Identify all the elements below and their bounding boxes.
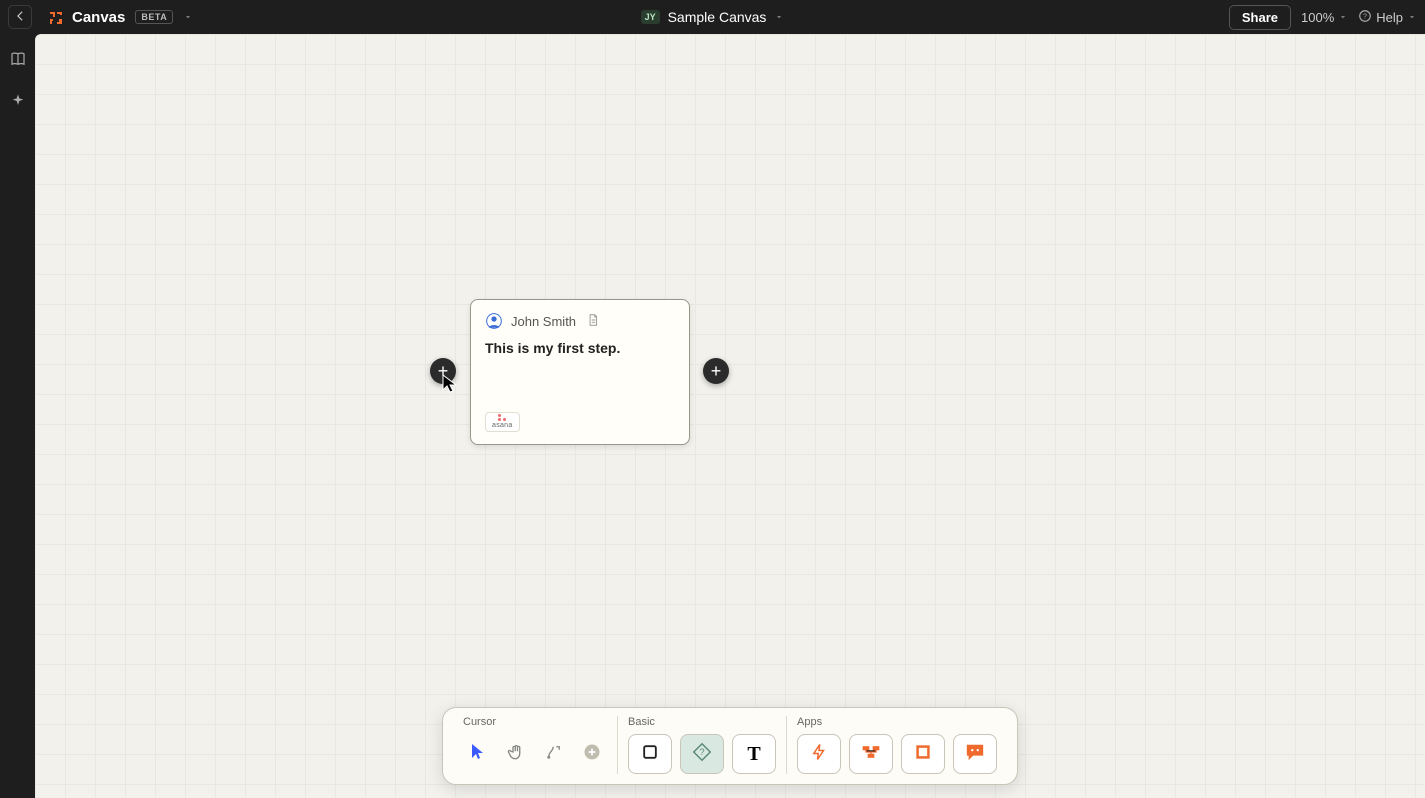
share-button[interactable]: Share	[1229, 5, 1291, 30]
bolt-icon	[810, 742, 828, 767]
question-diamond-icon: ?	[691, 741, 713, 768]
tool-hand[interactable]	[501, 734, 531, 774]
chevron-down-icon	[1338, 10, 1348, 25]
arrow-left-icon	[13, 9, 27, 26]
tool-group-apps: Apps	[786, 716, 1007, 774]
tool-group-label: Apps	[797, 716, 997, 728]
tool-sticky[interactable]: ?	[680, 734, 724, 774]
tool-select[interactable]	[463, 734, 493, 774]
add-left-button[interactable]: +	[430, 358, 456, 384]
author-avatar-icon	[485, 312, 503, 330]
library-button[interactable]	[7, 50, 29, 72]
zoom-control[interactable]: 100%	[1301, 10, 1348, 25]
tool-app-interface[interactable]	[849, 734, 893, 774]
help-menu[interactable]: ? Help	[1358, 9, 1417, 26]
chat-icon	[964, 742, 986, 767]
tool-rectangle[interactable]	[628, 734, 672, 774]
chevron-down-icon[interactable]	[183, 10, 193, 25]
bottom-toolbar: Cursor	[442, 707, 1018, 785]
plus-icon: +	[711, 362, 722, 380]
back-button[interactable]	[8, 5, 32, 29]
workflow-card[interactable]: John Smith This is my first step. asana	[470, 299, 690, 445]
tool-group-basic: Basic ? T	[617, 716, 786, 774]
asana-chip-label: asana	[492, 422, 513, 429]
top-bar: Canvas BETA JY Sample Canvas Share 100% …	[0, 0, 1425, 34]
plus-circle-icon	[582, 742, 602, 767]
asana-logo-icon	[498, 416, 506, 421]
tool-app-zap[interactable]	[797, 734, 841, 774]
sparkle-icon	[10, 93, 26, 114]
beta-badge: BETA	[135, 10, 173, 24]
tool-app-table[interactable]	[901, 734, 945, 774]
hand-icon	[507, 743, 525, 766]
square-icon	[640, 742, 660, 767]
svg-text:?: ?	[1363, 13, 1367, 20]
tool-group-cursor: Cursor	[453, 716, 617, 774]
app-logo-icon	[48, 10, 62, 24]
app-name: Canvas	[72, 9, 125, 26]
card-header: John Smith	[485, 312, 675, 330]
cursor-arrow-icon	[470, 743, 486, 766]
help-icon: ?	[1358, 9, 1372, 26]
document-icon	[586, 313, 600, 330]
svg-text:?: ?	[699, 746, 704, 756]
card-footer: asana	[485, 404, 675, 432]
tool-text[interactable]: T	[732, 734, 776, 774]
document-title[interactable]: Sample Canvas	[668, 9, 767, 25]
connector-icon	[545, 743, 563, 766]
chevron-down-icon	[1407, 10, 1417, 25]
book-icon	[9, 50, 27, 73]
chevron-down-icon[interactable]	[774, 10, 784, 25]
interface-icon	[861, 744, 881, 765]
left-rail	[0, 34, 35, 798]
asana-chip[interactable]: asana	[485, 412, 520, 432]
tool-group-label: Basic	[628, 716, 776, 728]
user-initials-badge: JY	[641, 10, 660, 24]
card-body-text: This is my first step.	[485, 340, 675, 356]
card-author: John Smith	[511, 314, 576, 329]
zoom-level: 100%	[1301, 10, 1334, 25]
tool-group-label: Cursor	[463, 716, 607, 728]
help-label: Help	[1376, 10, 1403, 25]
text-icon: T	[747, 743, 760, 766]
tool-connector[interactable]	[539, 734, 569, 774]
tool-add-node[interactable]	[577, 734, 607, 774]
canvas-area[interactable]: John Smith This is my first step. asana	[35, 34, 1425, 798]
table-icon	[913, 742, 933, 767]
ai-button[interactable]	[7, 92, 29, 114]
plus-icon: +	[438, 362, 449, 380]
tool-app-chatbot[interactable]	[953, 734, 997, 774]
add-right-button[interactable]: +	[703, 358, 729, 384]
